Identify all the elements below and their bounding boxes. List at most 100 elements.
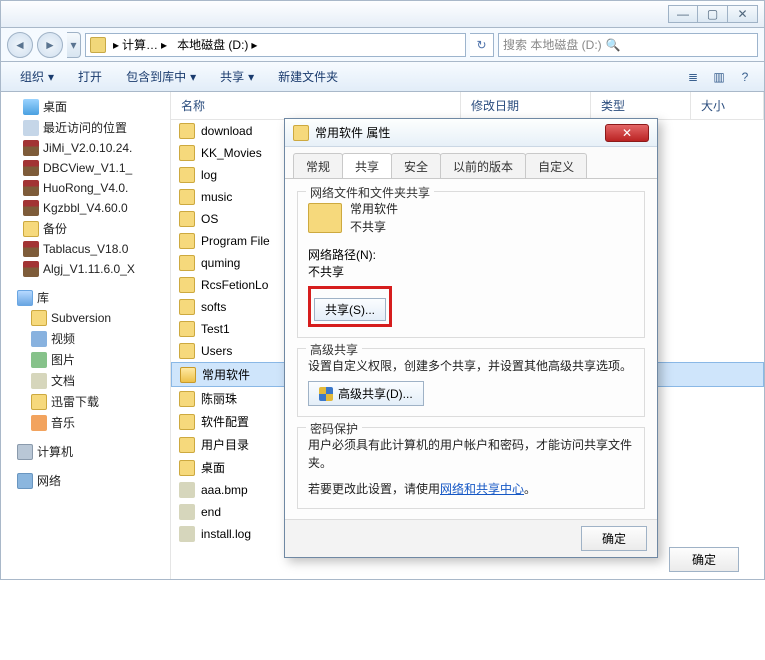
dialog-tab[interactable]: 常规 (293, 153, 343, 178)
col-name[interactable]: 名称 (171, 92, 461, 119)
tree-item-icon (31, 310, 47, 326)
dialog-tab[interactable]: 自定义 (525, 153, 587, 178)
tree-computer[interactable]: 计算机 (9, 441, 170, 462)
file-icon (179, 437, 195, 453)
network-path-label: 网络路径(N): (308, 246, 634, 263)
folder-icon (293, 125, 309, 141)
col-date[interactable]: 修改日期 (461, 92, 591, 119)
file-name: download (201, 124, 252, 138)
network-center-link[interactable]: 网络和共享中心 (440, 482, 524, 496)
file-icon (179, 211, 195, 227)
file-name: end (201, 505, 221, 519)
group-title: 高级共享 (306, 341, 362, 358)
search-icon: 🔍 (606, 38, 621, 52)
organize-button[interactable]: 组织▾ (9, 63, 65, 90)
tree-item[interactable]: Algj_V1.11.6.0_X (1, 259, 170, 279)
dialog-tab[interactable]: 以前的版本 (440, 153, 526, 178)
drive-icon (90, 37, 106, 53)
search-placeholder: 搜索 本地磁盘 (D:) (503, 36, 602, 53)
tree-item-icon (31, 373, 47, 389)
recent-icon (23, 120, 39, 136)
dialog-tabs: 常规共享安全以前的版本自定义 (285, 147, 657, 179)
tree-item-label: 迅雷下载 (51, 393, 99, 410)
file-icon (179, 123, 195, 139)
share-button[interactable]: 共享▾ (209, 63, 265, 90)
tree-item-label: HuoRong_V4.0. (43, 181, 128, 195)
minimize-button[interactable]: — (668, 5, 698, 23)
tree-item[interactable]: 备份 (1, 218, 170, 239)
file-icon (179, 504, 195, 520)
file-icon (179, 414, 195, 430)
tree-item-icon (23, 221, 39, 237)
breadcrumb[interactable]: ▸计算…▸ 本地磁盘 (D:)▸ (85, 33, 466, 57)
breadcrumb-seg[interactable]: ▸计算…▸ (110, 34, 170, 55)
file-icon (179, 299, 195, 315)
col-type[interactable]: 类型 (591, 92, 691, 119)
new-folder-button[interactable]: 新建文件夹 (267, 63, 349, 90)
library-icon (17, 290, 33, 306)
file-name: quming (201, 256, 240, 270)
maximize-button[interactable]: ▢ (698, 5, 728, 23)
help-icon[interactable]: ? (734, 66, 756, 88)
tree-item[interactable]: DBCView_V1.1_ (1, 158, 170, 178)
tree-item[interactable]: 图片 (9, 349, 170, 370)
share-button[interactable]: 共享(S)... (314, 298, 386, 321)
file-name: music (201, 190, 232, 204)
dialog-buttons: 确定 (285, 519, 657, 557)
tree-item-label: 备份 (43, 220, 67, 237)
tree-recent[interactable]: 最近访问的位置 (1, 117, 170, 138)
share-state: 不共享 (350, 218, 398, 236)
advanced-desc: 设置自定义权限，创建多个共享，并设置其他高级共享选项。 (308, 357, 634, 375)
tree-desktop[interactable]: 桌面 (1, 96, 170, 117)
breadcrumb-seg[interactable]: 本地磁盘 (D:)▸ (174, 34, 260, 55)
file-name: 陈丽珠 (201, 390, 237, 407)
network-share-group: 网络文件和文件夹共享 常用软件 不共享 网络路径(N): 不共享 共享(S)..… (297, 191, 645, 338)
refresh-button[interactable]: ↻ (470, 33, 494, 57)
tree-item[interactable]: 视频 (9, 328, 170, 349)
include-in-library-button[interactable]: 包含到库中▾ (115, 63, 207, 90)
tree-item[interactable]: HuoRong_V4.0. (1, 178, 170, 198)
advanced-share-button[interactable]: 高级共享(D)... (308, 381, 424, 406)
toolbar: 组织▾ 打开 包含到库中▾ 共享▾ 新建文件夹 ≣ ▥ ? (0, 62, 765, 92)
tree-item[interactable]: Subversion (9, 308, 170, 328)
tree-item[interactable]: Tablacus_V18.0 (1, 239, 170, 259)
col-size[interactable]: 大小 (691, 92, 764, 119)
file-name: 用户目录 (201, 436, 249, 453)
tree-item-icon (23, 241, 39, 257)
dialog-ok-button[interactable]: 确定 (581, 526, 647, 551)
file-name: aaa.bmp (201, 483, 248, 497)
tree-item-icon (31, 331, 47, 347)
dialog-tab[interactable]: 共享 (342, 153, 392, 178)
tree-item[interactable]: Kgzbbl_V4.60.0 (1, 198, 170, 218)
close-button[interactable]: ✕ (728, 5, 758, 23)
highlight-box: 共享(S)... (308, 286, 392, 327)
open-button[interactable]: 打开 (67, 63, 113, 90)
file-icon (179, 255, 195, 271)
search-input[interactable]: 搜索 本地磁盘 (D:) 🔍 (498, 33, 758, 57)
password-line2a: 若要更改此设置，请使用 (308, 482, 440, 496)
tree-item[interactable]: JiMi_V2.0.10.24. (1, 138, 170, 158)
nav-back-button[interactable]: ◄ (7, 32, 33, 58)
dialog-title: 常用软件 属性 (315, 124, 390, 141)
outer-ok-button[interactable]: 确定 (669, 547, 739, 572)
tree-item[interactable]: 文档 (9, 370, 170, 391)
dialog-tab[interactable]: 安全 (391, 153, 441, 178)
folder-large-icon (308, 203, 342, 233)
nav-forward-button[interactable]: ► (37, 32, 63, 58)
view-options-icon[interactable]: ≣ (682, 66, 704, 88)
tree-library[interactable]: 库 (9, 287, 170, 308)
computer-icon (17, 444, 33, 460)
file-name: softs (201, 300, 226, 314)
tree-network[interactable]: 网络 (9, 470, 170, 491)
file-icon (179, 391, 195, 407)
dialog-close-button[interactable]: ✕ (605, 124, 649, 142)
nav-tree: 桌面 最近访问的位置 JiMi_V2.0.10.24.DBCView_V1.1_… (1, 92, 171, 579)
nav-history-button[interactable]: ▾ (67, 32, 81, 58)
file-icon (179, 277, 195, 293)
preview-pane-icon[interactable]: ▥ (708, 66, 730, 88)
file-name: Test1 (201, 322, 230, 336)
share-name: 常用软件 (350, 200, 398, 218)
tree-item[interactable]: 音乐 (9, 412, 170, 433)
tree-item[interactable]: 迅雷下载 (9, 391, 170, 412)
network-path-value: 不共享 (308, 263, 634, 280)
